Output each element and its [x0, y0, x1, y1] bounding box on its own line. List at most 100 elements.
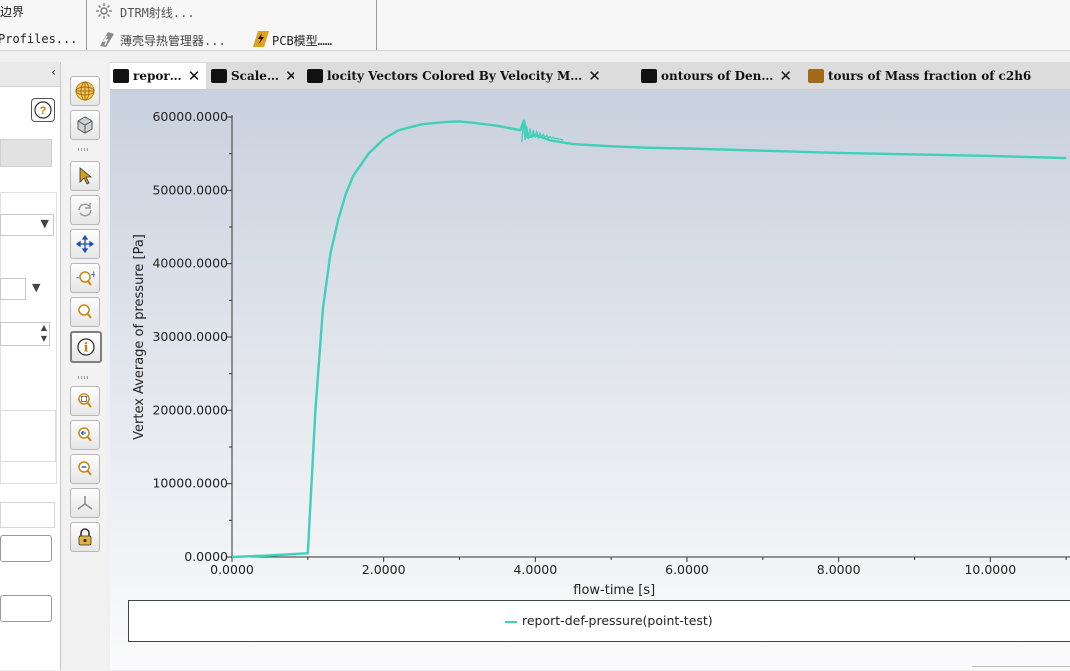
- ribbon-item-shell-conduction[interactable]: 薄壳导热管理器...: [120, 32, 226, 49]
- plot-tab-icon: [641, 69, 657, 83]
- x-tick-label: 0.0000: [210, 562, 254, 577]
- axis-button[interactable]: [70, 488, 100, 518]
- xy-plot-area[interactable]: 0.00002.00004.00006.00008.000010.0000120…: [110, 90, 1070, 670]
- x-tick-label: 10.0000: [964, 562, 1016, 577]
- series-oscillation: [521, 123, 564, 142]
- ribbon-item-pcb[interactable]: PCB模型……: [272, 32, 332, 49]
- y-tick-label: 50000.0000: [152, 182, 228, 197]
- plot-tab-icon: [113, 69, 129, 83]
- spinner-down-icon[interactable]: ▼: [41, 334, 47, 343]
- toolbar-grip: [78, 376, 90, 379]
- graphics-tab-strip: repor… ✕ Scale… ✕ locity Vectors Colored…: [110, 62, 1070, 90]
- line-chart: 0.00002.00004.00006.00008.000010.0000120…: [132, 109, 1070, 598]
- probe-button[interactable]: i: [70, 331, 102, 363]
- pointer-icon: [79, 167, 93, 185]
- y-tick-label: 60000.0000: [152, 109, 228, 124]
- x-tick-label: 4.0000: [513, 562, 557, 577]
- zoom-out-icon: [78, 461, 92, 476]
- legend-swatch: [505, 621, 517, 623]
- plot-tab-icon: [808, 69, 824, 83]
- zoom-icon: [78, 304, 92, 319]
- zoom-box-button[interactable]: [70, 386, 100, 416]
- dropdown-arrow-icon: ▼: [40, 217, 49, 230]
- tab-contours-mass-fraction[interactable]: tours of Mass fraction of c2h6: [805, 63, 1070, 89]
- tab-contours-density[interactable]: ontours of Den… ✕: [638, 63, 800, 89]
- rotate-icon: [78, 203, 92, 217]
- tab-report[interactable]: repor… ✕: [110, 63, 206, 89]
- panel-dropdown[interactable]: ▼: [0, 214, 54, 236]
- status-scroll-stub: [972, 666, 1070, 671]
- plot-tab-icon: [211, 69, 227, 83]
- panel-button[interactable]: [0, 139, 52, 167]
- zoom-out-button[interactable]: [70, 454, 100, 484]
- axis-icon: [77, 496, 93, 510]
- lock-button[interactable]: [70, 522, 100, 552]
- zoom-previous-button[interactable]: [70, 420, 100, 450]
- panel-button[interactable]: [0, 595, 52, 622]
- tab-label: Scale…: [231, 69, 279, 83]
- zoom-previous-icon: [78, 427, 92, 442]
- panel-input-field[interactable]: [0, 278, 26, 300]
- panel-text-area[interactable]: [0, 410, 56, 462]
- ribbon-item-dtrm[interactable]: DTRM射线...: [120, 4, 195, 21]
- mesh-display-icon: [75, 81, 95, 101]
- panel-button[interactable]: [0, 535, 52, 562]
- dtrm-sun-icon: [96, 3, 112, 19]
- close-icon[interactable]: ✕: [779, 67, 792, 85]
- plot-legend: report-def-pressure(point-test): [128, 600, 1070, 642]
- svg-text:+: +: [90, 270, 95, 280]
- mesh-display-button[interactable]: [70, 76, 100, 106]
- tab-label: locity Vectors Colored By Velocity M…: [327, 69, 583, 83]
- x-axis-label: flow-time [s]: [573, 583, 655, 598]
- rotate-button[interactable]: [70, 195, 100, 225]
- pan-icon: [76, 235, 94, 253]
- y-tick-label: 40000.0000: [152, 256, 228, 271]
- ribbon-item-profiles[interactable]: Profiles...: [0, 32, 77, 46]
- help-icon: ?: [34, 101, 52, 119]
- graphics-toolbar: - + i: [64, 62, 106, 670]
- svg-text:i: i: [84, 341, 89, 355]
- zoom-in-out-icon: - +: [76, 270, 95, 286]
- help-button[interactable]: ?: [31, 98, 55, 122]
- tab-scale[interactable]: Scale… ✕: [208, 63, 294, 89]
- zoom-in-out-button[interactable]: - +: [70, 263, 100, 293]
- y-tick-label: 10000.0000: [152, 476, 228, 491]
- tab-label: ontours of Den…: [661, 69, 774, 83]
- panel-spinner[interactable]: ▲ ▼: [0, 322, 50, 346]
- lock-icon: [78, 528, 92, 546]
- collapse-chevron-icon[interactable]: ‹: [51, 65, 56, 79]
- y-tick-label: 0.0000: [184, 549, 228, 564]
- x-tick-label: 8.0000: [817, 562, 861, 577]
- svg-text:?: ?: [40, 105, 47, 117]
- spinner-up-icon[interactable]: ▲: [41, 323, 47, 332]
- panel-input-field[interactable]: [0, 502, 55, 528]
- ribbon-toolbar: 边界 Profiles... DTRM射线... 薄壳导热管理器... PCB模…: [0, 0, 1070, 51]
- pcb-lightning-icon: [250, 30, 269, 47]
- panel-header: ‹: [0, 62, 60, 87]
- task-page-panel: ‹ ? ▼ ▼ ▲ ▼: [0, 62, 61, 670]
- close-icon[interactable]: ✕: [285, 67, 294, 85]
- tab-label: repor…: [133, 69, 182, 83]
- x-tick-label: 2.0000: [362, 562, 406, 577]
- zoom-button[interactable]: [70, 297, 100, 327]
- legend-label: report-def-pressure(point-test): [522, 613, 713, 628]
- ribbon-separator: [86, 0, 87, 50]
- y-axis-label: Vertex Average of pressure [Pa]: [132, 234, 147, 440]
- dropdown-arrow-icon[interactable]: ▼: [32, 281, 40, 294]
- zoom-box-icon: [78, 393, 92, 408]
- ribbon-item-boundary[interactable]: 边界: [0, 3, 24, 20]
- toolbar-grip: [78, 148, 90, 151]
- series-line: [231, 119, 1067, 559]
- x-tick-label: 6.0000: [665, 562, 709, 577]
- shell-conduction-icon: [98, 30, 114, 47]
- view-cube-icon: [77, 116, 93, 134]
- view-cube-button[interactable]: [70, 110, 100, 140]
- probe-info-icon: i: [77, 338, 95, 356]
- pan-button[interactable]: [70, 229, 100, 259]
- ribbon-separator: [376, 0, 377, 50]
- close-icon[interactable]: ✕: [188, 67, 201, 85]
- tab-velocity-vectors[interactable]: locity Vectors Colored By Velocity M… ✕: [304, 63, 630, 89]
- close-icon[interactable]: ✕: [588, 67, 601, 85]
- y-tick-label: 20000.0000: [152, 402, 228, 417]
- pointer-button[interactable]: [70, 161, 100, 191]
